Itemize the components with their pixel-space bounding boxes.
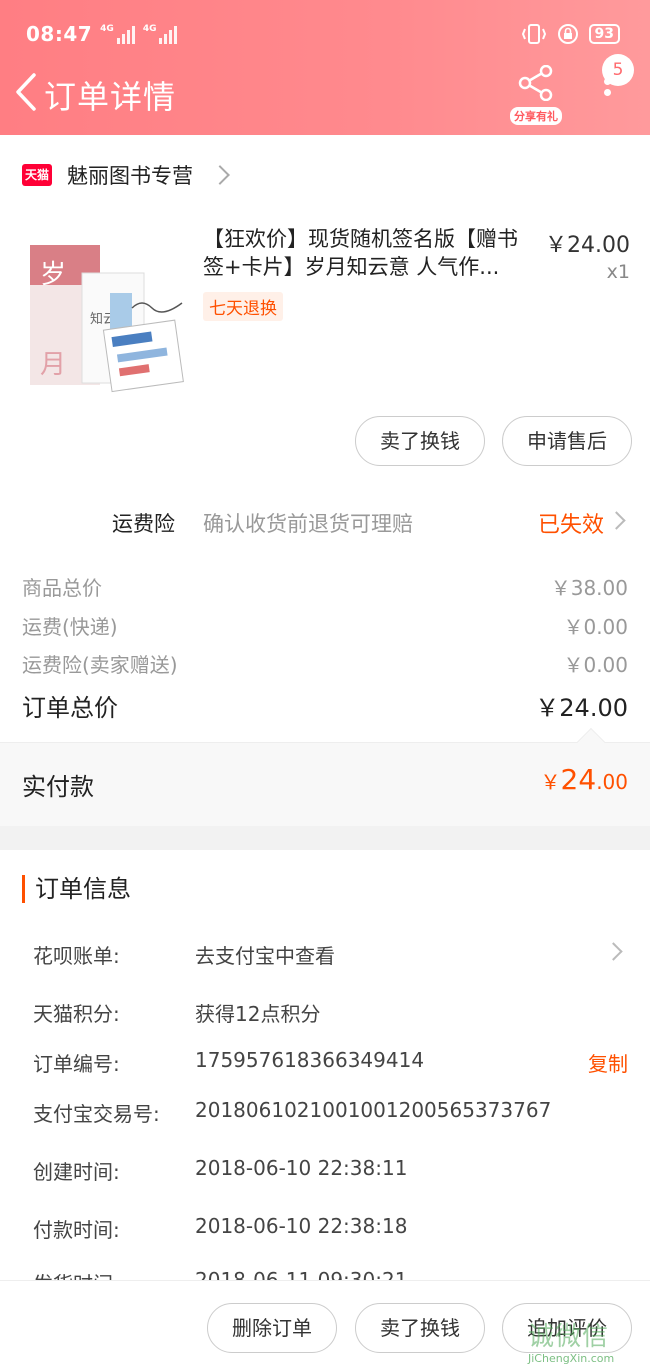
order-total-label: 订单总价 <box>22 694 118 722</box>
delete-order-button[interactable]: 删除订单 <box>207 1303 337 1353</box>
fee-row-goods-total: 商品总价 ￥38.00 <box>22 572 628 602</box>
currency-symbol: ￥ <box>540 770 561 794</box>
caret-up-icon <box>576 727 606 757</box>
info-value: 175957618366349414 <box>195 1048 425 1072</box>
tmall-icon: 天猫 <box>22 164 52 186</box>
share-icon <box>518 64 553 102</box>
watermark-text: 诚微信 <box>528 1322 610 1352</box>
actual-payment-label: 实付款 <box>22 773 94 801</box>
info-key: 天猫积分: <box>33 1002 120 1026</box>
order-total-row: 订单总价 ￥24.00 <box>22 688 628 724</box>
product-quantity: x1 <box>606 261 630 283</box>
battery-indicator: 93 <box>588 24 620 44</box>
actual-payment-amount: ￥24.00 <box>541 763 628 796</box>
app-header: 08:47 4G 4G 93 订单详情 分享有礼 5 <box>0 0 650 135</box>
sell-for-cash-button-bottom[interactable]: 卖了换钱 <box>355 1303 485 1353</box>
network-type-label-2: 4G <box>142 24 157 34</box>
store-link[interactable]: 天猫 魅丽图书专营 <box>0 150 650 200</box>
svg-text:月: 月 <box>40 350 66 380</box>
fee-label: 运费险(卖家赠送) <box>22 653 178 677</box>
fee-amount: ￥38.00 <box>550 576 628 600</box>
message-badge[interactable]: 5 <box>602 54 634 86</box>
return-policy-tag: 七天退换 <box>203 292 283 321</box>
info-value: 2018-06-11 09:30:21 <box>195 1268 408 1280</box>
fee-label: 商品总价 <box>22 576 102 600</box>
chevron-right-icon <box>210 165 230 185</box>
network-type-label: 4G <box>100 24 114 34</box>
info-row-created-time: 创建时间: 2018-06-10 22:38:11 <box>33 1156 628 1186</box>
lock-icon <box>557 24 578 44</box>
insurance-label: 运费险 <box>112 512 175 536</box>
sell-for-cash-button[interactable]: 卖了换钱 <box>355 416 485 466</box>
signal-icon-2: 4G <box>143 24 178 44</box>
info-key: 订单编号: <box>33 1052 120 1076</box>
info-value: 去支付宝中查看 <box>195 944 335 968</box>
watermark-logo: 诚微信 JiChengXin.com <box>528 1322 650 1372</box>
info-value: 2018061021001001200565373767 <box>195 1098 552 1122</box>
amount-decimal: .00 <box>596 770 628 794</box>
status-bar: 08:47 4G 4G 93 <box>26 18 620 50</box>
fee-amount: ￥0.00 <box>563 653 628 677</box>
chevron-right-icon <box>607 511 626 530</box>
insurance-description: 确认收货前退货可理赔 <box>203 512 413 536</box>
vibrate-icon <box>521 24 546 44</box>
info-row-shipped-time: 发货时间: 2018-06-11 09:30:21 <box>33 1268 628 1280</box>
page-title: 订单详情 <box>44 78 177 116</box>
info-key: 发货时间: <box>33 1268 120 1280</box>
share-label: 分享有礼 <box>510 107 562 125</box>
info-key: 付款时间: <box>33 1218 120 1242</box>
watermark-url: JiChengXin.com <box>528 1352 615 1365</box>
order-info-title: 订单信息 <box>22 875 131 903</box>
info-key: 支付宝交易号: <box>33 1102 160 1126</box>
product-title: 【狂欢价】现货随机签名版【赠书签+卡片】岁月知云意 人气作... <box>203 227 518 279</box>
share-button[interactable]: 分享有礼 <box>506 64 566 125</box>
insurance-status: 已失效 <box>538 513 605 538</box>
info-value: 2018-06-10 22:38:11 <box>195 1156 408 1180</box>
order-total-amount: ￥24.00 <box>535 694 628 722</box>
amount-integer: 24 <box>560 763 597 796</box>
info-row-huabei[interactable]: 花呗账单: 去支付宝中查看 <box>33 940 628 970</box>
back-arrow-icon[interactable] <box>12 72 42 112</box>
product-price: ￥24.00 <box>545 233 630 258</box>
shipping-insurance-row[interactable]: 运费险 确认收货前退货可理赔 已失效 <box>0 500 650 544</box>
info-row-alipay-trade: 支付宝交易号: 2018061021001001200565373767 <box>33 1098 628 1128</box>
fee-row-shipping: 运费(快递) ￥0.00 <box>22 611 628 641</box>
info-row-points: 天猫积分: 获得12点积分 <box>33 998 628 1028</box>
fee-label: 运费(快递) <box>22 615 118 639</box>
copy-button[interactable]: 复制 <box>588 1048 628 1077</box>
fee-amount: ￥0.00 <box>563 615 628 639</box>
actual-payment-row: 实付款 ￥24.00 <box>0 727 650 826</box>
info-key: 花呗账单: <box>33 944 120 968</box>
status-time: 08:47 <box>26 22 93 46</box>
apply-aftersale-button[interactable]: 申请售后 <box>502 416 632 466</box>
info-row-paid-time: 付款时间: 2018-06-10 22:38:18 <box>33 1214 628 1244</box>
product-item[interactable]: 岁 月 知云 【狂欢价】现货随机签名版【赠书签+卡片】岁月知云意 人气作... … <box>0 215 650 405</box>
info-key: 创建时间: <box>33 1160 120 1184</box>
section-divider <box>0 826 650 850</box>
fee-row-insurance: 运费险(卖家赠送) ￥0.00 <box>22 649 628 679</box>
order-info-section: 订单信息 花呗账单: 去支付宝中查看 天猫积分: 获得12点积分 订单编号: 1… <box>0 850 650 1280</box>
store-name: 魅丽图书专营 <box>67 164 193 188</box>
signal-icon: 4G <box>100 24 135 44</box>
info-row-order-number: 订单编号: 175957618366349414 复制 <box>33 1048 628 1078</box>
chevron-right-icon <box>604 942 623 961</box>
svg-text:岁: 岁 <box>40 260 66 290</box>
info-value: 获得12点积分 <box>195 1002 321 1026</box>
info-value: 2018-06-10 22:38:18 <box>195 1214 408 1238</box>
product-image: 岁 月 知云 <box>30 245 184 393</box>
